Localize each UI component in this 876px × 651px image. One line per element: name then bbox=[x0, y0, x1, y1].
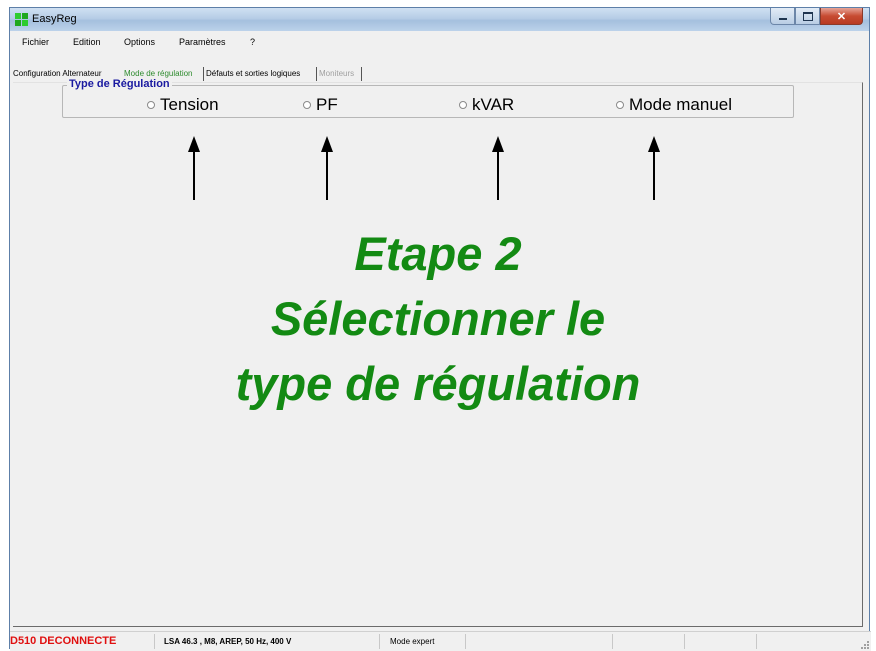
tab-separator bbox=[203, 67, 204, 81]
menu-parametres[interactable]: Paramètres bbox=[179, 37, 226, 47]
machine-info: LSA 46.3 , M8, AREP, 50 Hz, 400 V bbox=[164, 634, 380, 649]
radio-button-icon[interactable] bbox=[147, 101, 155, 109]
radio-label-mode-manuel: Mode manuel bbox=[629, 95, 733, 114]
maximize-button[interactable] bbox=[795, 8, 820, 25]
minimize-button[interactable] bbox=[770, 8, 795, 25]
status-cell-empty bbox=[468, 634, 613, 649]
status-cell-empty bbox=[614, 634, 685, 649]
tab-separator bbox=[361, 67, 362, 81]
maximize-icon bbox=[802, 11, 813, 21]
tab-defauts-et-sorties-logiques[interactable]: Défauts et sorties logiques bbox=[206, 66, 300, 82]
close-button[interactable]: ✕ bbox=[820, 8, 863, 25]
radio-mode-manuel[interactable]: Mode manuel bbox=[616, 95, 732, 115]
window-title: EasyReg bbox=[32, 13, 77, 25]
status-cell-empty bbox=[686, 634, 757, 649]
tab-content-panel bbox=[13, 82, 863, 627]
status-bar: D510 DECONNECTE LSA 46.3 , M8, AREP, 50 … bbox=[10, 631, 871, 651]
easyreg-app-icon bbox=[15, 13, 28, 26]
tab-separator bbox=[316, 67, 317, 81]
instruction-step: Etape 2 bbox=[354, 227, 522, 280]
radio-kvar[interactable]: kVAR bbox=[459, 95, 514, 115]
connection-status: D510 DECONNECTE bbox=[10, 634, 155, 649]
arrow-up-icon bbox=[187, 136, 201, 200]
resize-grip-icon[interactable] bbox=[861, 641, 869, 649]
arrow-up-icon bbox=[647, 136, 661, 200]
instruction-line-2: type de régulation bbox=[235, 357, 641, 410]
menu-fichier[interactable]: Fichier bbox=[22, 37, 49, 47]
radio-label-tension: Tension bbox=[160, 95, 219, 114]
radio-tension[interactable]: Tension bbox=[147, 95, 219, 115]
title-bar[interactable]: EasyReg ✕ bbox=[10, 8, 869, 31]
arrow-up-icon bbox=[491, 136, 505, 200]
menu-options[interactable]: Options bbox=[124, 37, 155, 47]
menu-help[interactable]: ? bbox=[250, 37, 255, 47]
radio-label-pf: PF bbox=[316, 95, 338, 114]
radio-pf[interactable]: PF bbox=[303, 95, 338, 115]
window-controls: ✕ bbox=[770, 8, 863, 26]
arrow-up-icon bbox=[320, 136, 334, 200]
radio-button-icon[interactable] bbox=[459, 101, 467, 109]
menu-edition[interactable]: Edition bbox=[73, 37, 101, 47]
radio-label-kvar: kVAR bbox=[472, 95, 515, 114]
instruction-line-1: Sélectionner le bbox=[270, 292, 606, 345]
minimize-icon bbox=[778, 17, 787, 20]
menu-bar: Fichier Edition Options Paramètres ? bbox=[10, 31, 869, 53]
radio-button-icon[interactable] bbox=[616, 101, 624, 109]
tab-moniteurs: Moniteurs bbox=[319, 69, 355, 78]
group-title: Type de Régulation bbox=[67, 78, 172, 90]
close-icon: ✕ bbox=[836, 10, 847, 23]
radio-button-icon[interactable] bbox=[303, 101, 311, 109]
mode-status: Mode expert bbox=[390, 634, 466, 649]
